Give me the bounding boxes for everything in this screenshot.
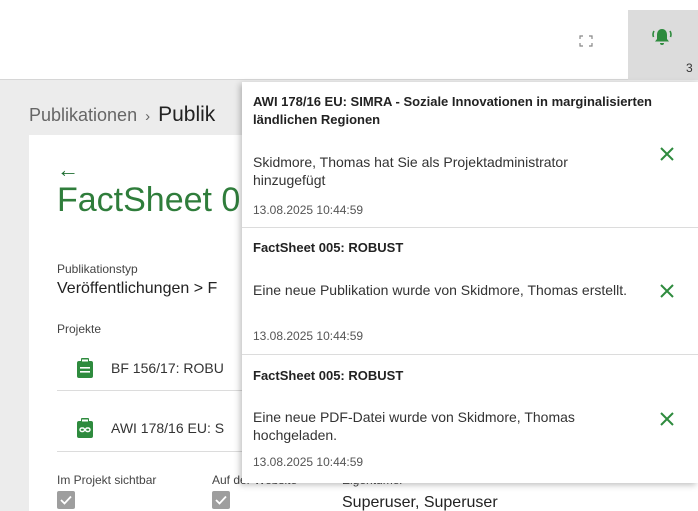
breadcrumb-separator: ›	[145, 108, 151, 125]
notification-title[interactable]: AWI 178/16 EU: SIMRA - Soziale Innovatio…	[253, 93, 653, 129]
notification-item[interactable]: AWI 178/16 EU: SIMRA - Soziale Innovatio…	[242, 82, 698, 228]
visible-in-project-label: Im Projekt sichtbar	[57, 473, 157, 487]
fullscreen-icon[interactable]	[574, 30, 598, 52]
projects-label: Projekte	[57, 322, 102, 336]
notifications-button[interactable]: 3	[628, 10, 698, 80]
notification-item[interactable]: FactSheet 005: ROBUST Eine neue PDF-Date…	[242, 355, 698, 483]
notification-message: Skidmore, Thomas hat Sie als Projektadmi…	[253, 154, 568, 188]
notification-time: 13.08.2025 10:44:59	[253, 203, 364, 217]
publication-type-value: Veröffentlichungen > F	[57, 280, 218, 297]
top-bar: 3	[0, 0, 698, 80]
owner-value: Superuser, Superuser	[342, 494, 498, 511]
breadcrumb-link-publikationen[interactable]: Publikationen	[29, 105, 137, 125]
check-icon	[215, 495, 227, 505]
project-label: AWI 178/16 EU: S	[111, 420, 225, 436]
notification-count-badge: 3	[686, 61, 693, 75]
notification-time: 13.08.2025 10:44:59	[253, 329, 364, 343]
bell-ringing-icon	[652, 29, 672, 45]
back-arrow-icon[interactable]: ←	[57, 157, 79, 183]
close-icon	[660, 412, 674, 426]
check-icon	[60, 495, 72, 505]
notification-panel: AWI 178/16 EU: SIMRA - Soziale Innovatio…	[242, 82, 698, 483]
close-icon	[660, 284, 674, 298]
notification-time: 13.08.2025 10:44:59	[253, 455, 364, 469]
visible-in-project-checkbox[interactable]	[57, 491, 75, 509]
notification-message: Eine neue Publikation wurde von Skidmore…	[253, 282, 628, 298]
page-title: FactSheet 0	[57, 181, 241, 219]
dismiss-notification-button[interactable]	[656, 143, 678, 165]
close-icon	[660, 147, 674, 161]
dismiss-notification-button[interactable]	[656, 408, 678, 430]
notification-message: Eine neue PDF-Datei wurde von Skidmore, …	[253, 409, 575, 443]
on-website-checkbox[interactable]	[212, 491, 230, 509]
clipboard-icon	[77, 358, 95, 378]
project-label: BF 156/17: ROBU	[111, 360, 224, 376]
clipboard-link-icon	[77, 418, 95, 438]
notification-title[interactable]: FactSheet 005: ROBUST	[253, 239, 653, 257]
notification-title[interactable]: FactSheet 005: ROBUST	[253, 367, 653, 385]
notification-item[interactable]: FactSheet 005: ROBUST Eine neue Publikat…	[242, 228, 698, 355]
breadcrumb-current: Publik	[158, 103, 216, 126]
publication-type-label: Publikationstyp	[57, 262, 138, 276]
dismiss-notification-button[interactable]	[656, 280, 678, 302]
breadcrumb: Publikationen › Publik	[29, 103, 215, 127]
